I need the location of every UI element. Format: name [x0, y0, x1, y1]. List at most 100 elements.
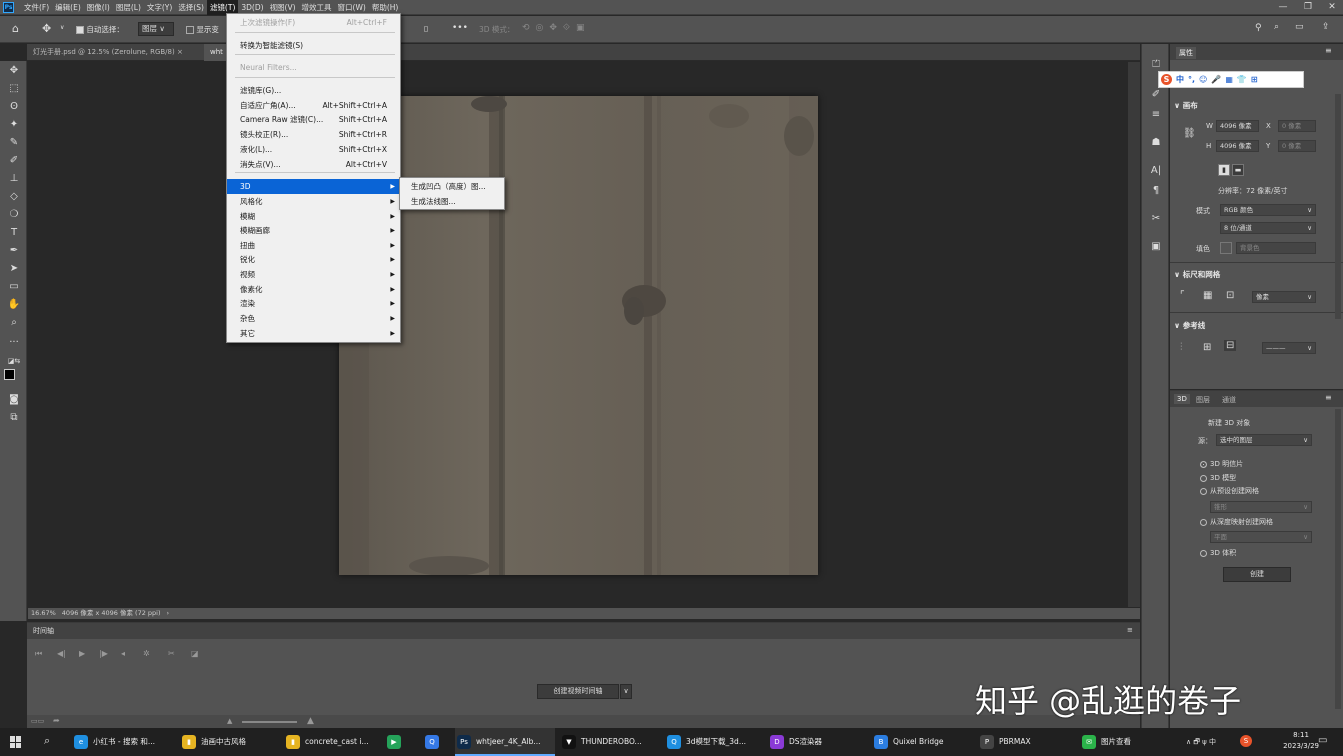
rectangle-tool-icon[interactable]: ▭ — [6, 280, 22, 294]
move-tool-icon[interactable]: ✥ — [6, 64, 22, 78]
next-frame-icon[interactable]: |▶ — [99, 649, 108, 658]
filter-menu-item[interactable]: 消失点(V)... Alt+Ctrl+V — [227, 157, 400, 172]
keyboard-icon[interactable]: ▦ — [1225, 75, 1233, 84]
preset-select[interactable]: 锥形 ∨ — [1210, 501, 1312, 513]
timeline-zoom-slider[interactable] — [242, 721, 297, 723]
foreground-color-swatch[interactable] — [4, 369, 15, 380]
history-icon[interactable]: ⏍ — [1149, 58, 1163, 72]
guide-color-icon[interactable]: ⊟ — [1224, 340, 1237, 351]
libraries-icon[interactable]: ▣ — [1149, 240, 1163, 254]
lasso-tool-icon[interactable]: ʘ — [6, 100, 22, 114]
taskbar-app[interactable]: ▮ concrete_cast i... — [284, 728, 380, 756]
tab-properties[interactable]: 属性 — [1176, 47, 1196, 59]
settings-icon[interactable]: ✲ — [143, 649, 150, 658]
filter-menu-item[interactable]: 模糊 ▶ — [227, 209, 400, 224]
filter-menu-item[interactable]: Neural Filters... — [227, 60, 400, 75]
filter-menu-item[interactable]: 滤镜库(G)... — [227, 83, 400, 98]
more-options-button[interactable]: ••• — [452, 23, 468, 33]
guide-layout-icon[interactable]: ⊞ — [1203, 342, 1211, 353]
character-icon[interactable]: ☗ — [1149, 136, 1163, 150]
layer-select-dropdown[interactable]: 图层 ∨ — [138, 22, 174, 36]
menu-5[interactable]: 选择(S) — [175, 0, 207, 15]
taskbar-app[interactable]: P PBRMAX — [978, 728, 1074, 756]
tool-preset-chevron-icon[interactable]: ∨ — [60, 24, 64, 31]
move-tool-icon[interactable]: ✥ — [42, 22, 51, 35]
zoom-in-icon[interactable]: ▲ — [307, 716, 314, 726]
path-select-icon[interactable]: ➤ — [6, 262, 22, 276]
transition-icon[interactable]: ◪ — [191, 649, 199, 658]
taskbar-app[interactable]: B Quixel Bridge — [872, 728, 972, 756]
timeline-title[interactable]: 时间轴 — [33, 626, 54, 636]
radio-3d-volume[interactable]: 3D 体积 — [1200, 548, 1236, 558]
menu-0[interactable]: 文件(F) — [21, 0, 52, 15]
panel-menu-icon[interactable]: ≡ — [1325, 46, 1332, 55]
canvas-section-title[interactable]: ∨ 画布 — [1174, 100, 1198, 111]
filter-menu-item[interactable]: 自适应广角(A)... Alt+Shift+Ctrl+A — [227, 98, 400, 113]
filter-menu-item[interactable]: 渲染 ▶ — [227, 296, 400, 311]
workspace-icon[interactable]: ▭ — [1295, 22, 1304, 32]
taskbar-app[interactable]: e 小红书 - 搜索 和... — [72, 728, 174, 756]
taskbar-app[interactable]: Ps whtjeer_4K_Alb... — [455, 728, 555, 756]
menu-item-generate-normal-map[interactable]: 生成法线图... — [400, 194, 504, 209]
properties-scrollbar[interactable] — [1335, 94, 1341, 319]
eyedropper-icon[interactable]: ✎ — [6, 136, 22, 150]
width-input[interactable]: 4096 像素 — [1216, 120, 1259, 132]
filter-menu-item[interactable]: 锐化 ▶ — [227, 252, 400, 267]
close-icon[interactable]: ✕ — [1322, 0, 1342, 15]
taskbar-app[interactable]: Q — [423, 728, 453, 756]
tab-layers[interactable]: 图层 — [1196, 395, 1210, 405]
tab-close-icon[interactable]: × — [177, 48, 183, 56]
system-tray[interactable]: ∧ 🗗 ψ 中 — [1186, 737, 1216, 749]
create-video-timeline-button[interactable]: 创建视频时间轴 — [537, 684, 619, 699]
taskbar-app[interactable]: ▮ 油画中古风格 — [180, 728, 278, 756]
taskbar-app[interactable]: D DS渲染器 — [768, 728, 868, 756]
guide-vertical-icon[interactable]: ⫶ — [1180, 342, 1183, 353]
portrait-orientation-icon[interactable]: ▮ — [1218, 164, 1230, 176]
filter-menu-item[interactable]: 风格化 ▶ — [227, 194, 400, 209]
filter-menu-item[interactable]: 液化(L)... Shift+Ctrl+X — [227, 142, 400, 157]
punctuation-icon[interactable]: °, — [1188, 75, 1195, 84]
tools-icon[interactable]: ✂ — [1149, 212, 1163, 226]
screen-mode-icon[interactable]: ⧉ — [6, 411, 22, 425]
concrete-texture-image[interactable] — [339, 96, 818, 575]
paragraph-icon[interactable]: ¶ — [1149, 184, 1163, 198]
skin-icon[interactable]: 👕 — [1237, 75, 1247, 84]
filter-menu-item[interactable]: 3D ▶ — [227, 179, 400, 194]
minimize-icon[interactable]: — — [1273, 0, 1293, 15]
prev-frame-icon[interactable]: ◀| — [57, 649, 66, 658]
panel-menu-icon[interactable]: ≡ — [1127, 626, 1133, 634]
toolbox-icon[interactable]: ⊞ — [1251, 75, 1258, 84]
3d-panel-scrollbar[interactable] — [1335, 409, 1341, 709]
swap-colors-icon[interactable]: ◪⇆ — [6, 354, 22, 368]
radio-mesh-from-depth[interactable]: 从深度映射创建网格 — [1200, 517, 1273, 527]
guide-style-select[interactable]: ——— ∨ — [1262, 342, 1316, 354]
notifications-icon[interactable]: ▭ — [1318, 735, 1327, 746]
depth-map-select[interactable]: 平面 ∨ — [1210, 531, 1312, 543]
link-icon[interactable]: ⛓ — [1183, 128, 1196, 139]
menu-3[interactable]: 图层(L) — [113, 0, 144, 15]
taskbar-app[interactable]: Q 3d模型下载_3d... — [665, 728, 765, 756]
menu-2[interactable]: 图像(I) — [84, 0, 113, 15]
filter-menu-item[interactable]: 上次滤镜操作(F) Alt+Ctrl+F — [227, 15, 400, 30]
canvas-area[interactable] — [28, 62, 1128, 607]
ime-toolbar[interactable]: S 中 °, ☺ 🎤 ▦ 👕 ⊞ — [1158, 71, 1304, 88]
filter-menu-item[interactable]: 模糊画廊 ▶ — [227, 223, 400, 238]
pen-tool-icon[interactable]: ✒ — [6, 244, 22, 258]
zoom-out-icon[interactable]: ▲ — [227, 717, 232, 725]
guides-section-title[interactable]: ∨ 参考线 — [1174, 320, 1205, 331]
document-tab[interactable]: 灯光手册.psd @ 12.5% (Zerolune, RGB/8) × — [27, 44, 189, 61]
color-mode-select[interactable]: RGB 颜色 ∨ — [1220, 204, 1316, 216]
magic-wand-icon[interactable]: ✦ — [6, 118, 22, 132]
search-icon[interactable]: ⌕ — [1274, 22, 1279, 32]
adjustments-icon[interactable]: ≡ — [1149, 108, 1163, 122]
stamp-tool-icon[interactable]: ⊥ — [6, 172, 22, 186]
taskbar-app[interactable]: ▼ THUNDEROBO... — [560, 728, 660, 756]
render-icon[interactable]: ➦ — [53, 716, 60, 725]
menu-4[interactable]: 文字(Y) — [144, 0, 175, 15]
menu-item-generate-bump-map[interactable]: 生成凹凸（高度）图... — [400, 179, 504, 194]
fill-select[interactable]: 背景色 — [1236, 242, 1316, 254]
marquee-tool-icon[interactable]: ⬚ — [6, 82, 22, 96]
units-select[interactable]: 像素 ∨ — [1252, 291, 1316, 303]
smudge-tool-icon[interactable]: ❍ — [6, 208, 22, 222]
first-frame-icon[interactable]: ⏮ — [35, 649, 42, 659]
